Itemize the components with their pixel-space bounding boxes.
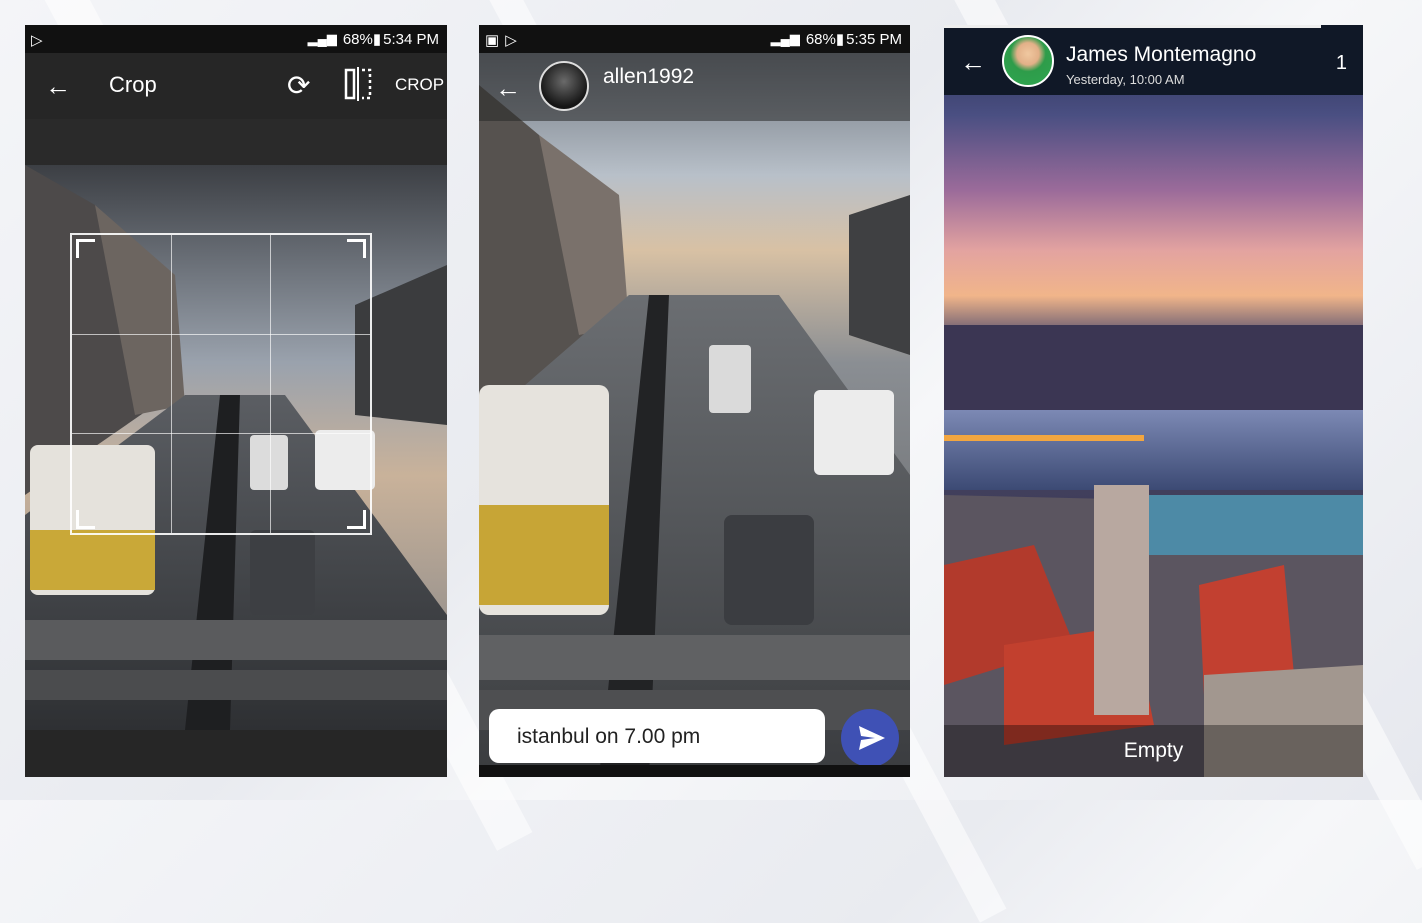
- rotate-icon[interactable]: ⟳: [287, 69, 310, 102]
- contact-name: allen1992: [603, 65, 695, 88]
- signal-icon: ▂▄▆: [770, 31, 800, 46]
- flip-horizontal-icon[interactable]: [343, 67, 373, 101]
- arrow-back-icon[interactable]: ←: [45, 71, 71, 102]
- story-timestamp: Yesterday, 10:00 AM: [1066, 72, 1185, 87]
- crop-toolbar: ← Crop ⟳ CROP: [25, 53, 447, 119]
- crop-frame[interactable]: [70, 233, 372, 535]
- story-photo: [944, 25, 1363, 777]
- story-screen: ← James Montemagno Yesterday, 10:00 AM 1…: [944, 25, 1363, 777]
- clock: 5:35 PM: [846, 30, 902, 48]
- battery-icon: ▮: [372, 31, 382, 48]
- send-photo-screen: ▣ ▷ ▂▄▆ 68% ▮ 5:35 PM ← allen1992 istanb…: [479, 25, 910, 777]
- play-store-icon: ▷: [505, 32, 517, 49]
- bottom-bar: [25, 730, 447, 777]
- status-bar: ▷ ▂▄▆ 68% ▮ 5:34 PM: [25, 25, 447, 53]
- image-icon: ▣: [485, 32, 500, 49]
- arrow-back-icon[interactable]: ←: [960, 47, 986, 78]
- contact-name: James Montemagno: [1066, 43, 1257, 66]
- chat-header: ← allen1992: [479, 53, 910, 121]
- story-progress-bar: [944, 25, 1322, 28]
- arrow-back-icon[interactable]: ←: [495, 73, 521, 104]
- photo-preview: [479, 25, 910, 777]
- avatar[interactable]: [539, 61, 589, 111]
- avatar[interactable]: [1002, 35, 1054, 87]
- play-store-icon: ▷: [31, 32, 43, 49]
- crop-handle[interactable]: [76, 510, 95, 529]
- crop-handle[interactable]: [347, 239, 366, 258]
- caption-input-value: istanbul on 7.00 pm: [517, 725, 701, 748]
- story-count: 1: [1335, 52, 1347, 74]
- signal-icon: ▂▄▆: [307, 31, 337, 46]
- story-caption: Empty: [944, 725, 1363, 777]
- battery-percent: 68%: [342, 30, 373, 48]
- battery-icon: ▮: [835, 31, 845, 48]
- story-header: ← James Montemagno Yesterday, 10:00 AM 1: [944, 25, 1363, 95]
- crop-button[interactable]: CROP: [395, 75, 444, 95]
- send-button[interactable]: [841, 709, 899, 767]
- status-bar: ▣ ▷ ▂▄▆ 68% ▮ 5:35 PM: [479, 25, 910, 53]
- caption-input[interactable]: istanbul on 7.00 pm: [489, 709, 825, 763]
- battery-percent: 68%: [805, 30, 836, 48]
- send-icon: [859, 726, 885, 750]
- crop-handle[interactable]: [76, 239, 95, 258]
- page-title: Crop: [109, 72, 157, 97]
- crop-screen: ▷ ▂▄▆ 68% ▮ 5:34 PM ← Crop ⟳ CROP: [25, 25, 447, 777]
- clock: 5:34 PM: [383, 30, 439, 48]
- crop-handle[interactable]: [347, 510, 366, 529]
